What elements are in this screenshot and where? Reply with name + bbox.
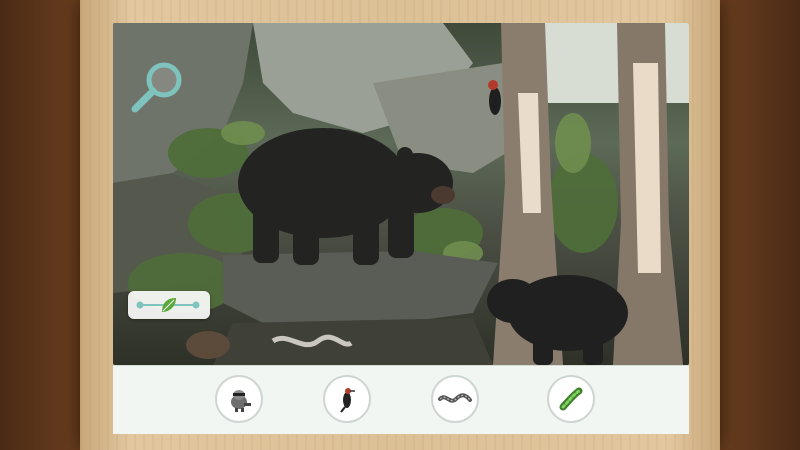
woodpecker-icon	[340, 388, 355, 413]
caterpillar-icon	[559, 387, 583, 411]
tray-slot-raccoon[interactable]	[215, 375, 263, 423]
tray-slot-snake[interactable]	[431, 375, 479, 423]
raccoon-icon	[231, 390, 251, 412]
tray-slot-woodpecker[interactable]	[323, 375, 371, 423]
magnifier-icon[interactable]	[128, 58, 188, 118]
tray-slot-caterpillar[interactable]	[547, 375, 595, 423]
leaf-icon[interactable]	[160, 296, 178, 314]
snake-icon	[438, 393, 472, 403]
species-tray	[113, 365, 689, 434]
leaf-slider[interactable]	[128, 291, 210, 319]
